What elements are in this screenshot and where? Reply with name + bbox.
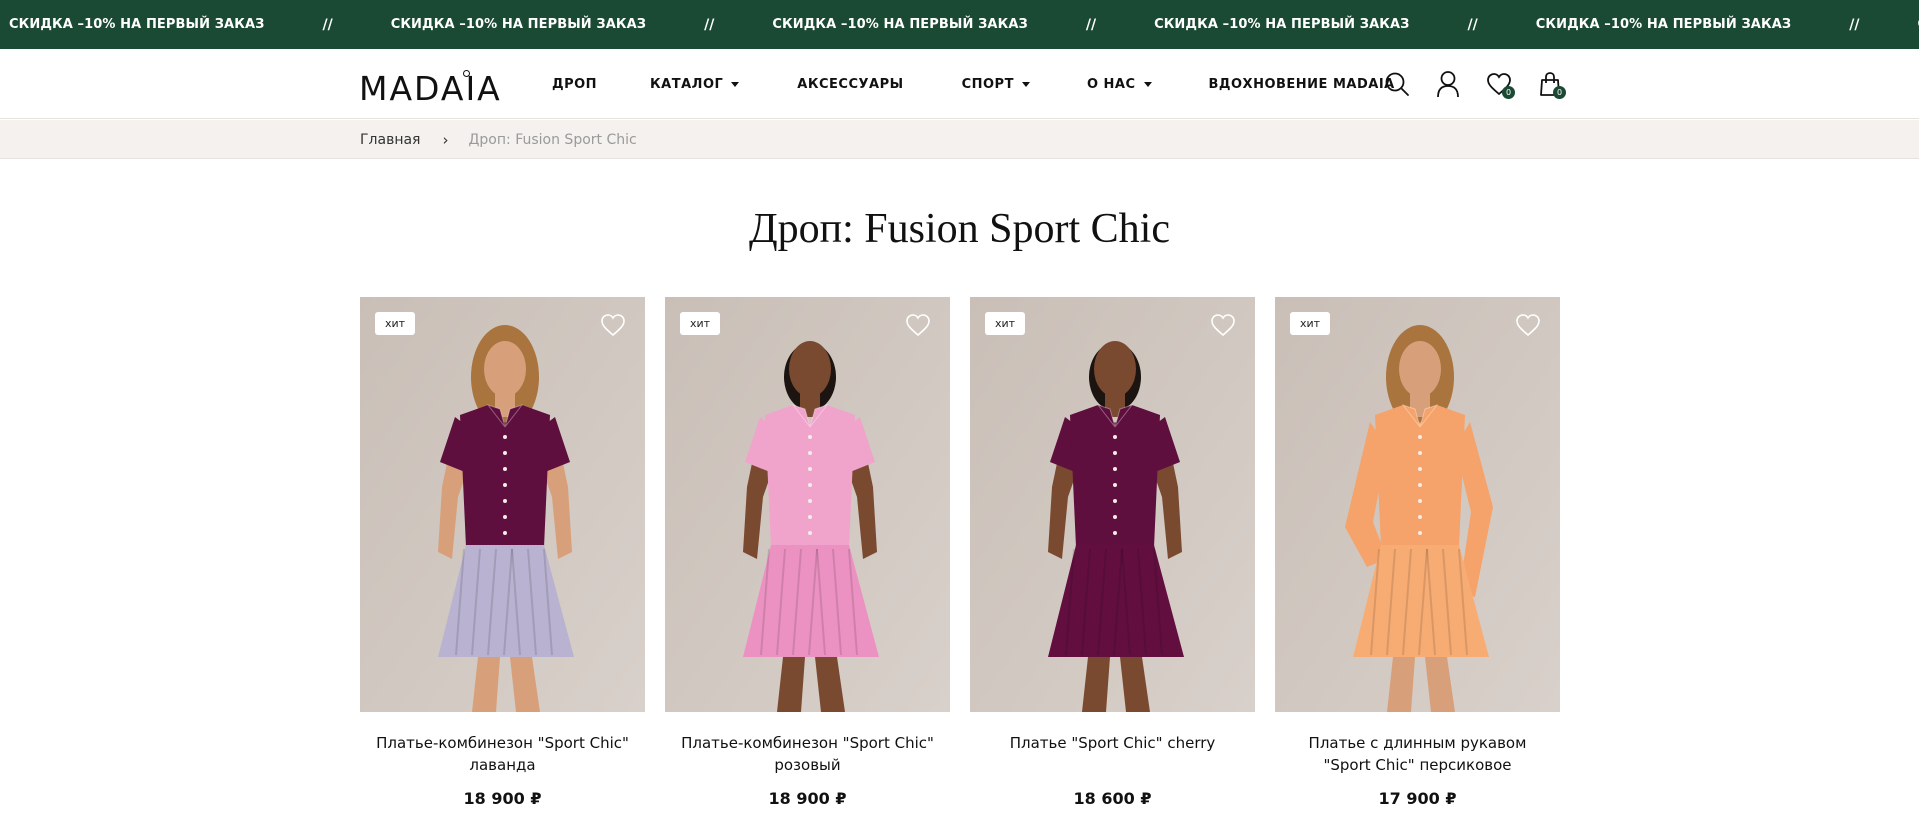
- search-button[interactable]: [1382, 69, 1412, 99]
- nav-item-3[interactable]: АКСЕССУАРЫ: [797, 77, 903, 92]
- cart-count-badge: 0: [1553, 86, 1566, 99]
- product-photo[interactable]: хит: [665, 297, 950, 712]
- product-card[interactable]: хит Платье-комбинезон "Sport Chic" розов…: [665, 297, 950, 808]
- heart-icon: [601, 314, 625, 337]
- wishlist-count-badge: 0: [1502, 86, 1515, 99]
- user-icon: [1437, 71, 1459, 98]
- add-to-wishlist-button[interactable]: [904, 312, 932, 338]
- nav-item-label: КАТАЛОГ: [650, 76, 724, 92]
- wishlist-button[interactable]: 0: [1484, 69, 1515, 99]
- promo-separator: //: [1085, 16, 1097, 33]
- promo-separator: //: [1467, 16, 1478, 33]
- promo-text: СКИДКА –10% НА ПЕРВЫЙ ЗАКАЗ: [9, 17, 265, 32]
- hit-badge: хит: [985, 312, 1026, 335]
- nav-item-5[interactable]: О НАС: [1087, 77, 1152, 92]
- promo-ticker: СКИДКА –10% НА ПЕРВЫЙ ЗАКАЗ // СКИДКА –10%…: [0, 0, 1919, 49]
- breadcrumb-current: Дроп: Fusion Sport Chic: [468, 131, 637, 148]
- breadcrumb: Главная › Дроп: Fusion Sport Chic: [360, 120, 637, 159]
- heart-icon: [1516, 314, 1540, 337]
- product-image: [1275, 297, 1560, 712]
- breadcrumb-home-link[interactable]: Главная: [360, 132, 420, 148]
- product-price: 17 900 ₽: [1378, 789, 1457, 808]
- add-to-wishlist-button[interactable]: [1209, 312, 1237, 338]
- promo-separator: //: [1849, 16, 1860, 33]
- product-card[interactable]: хит Платье-комбинезон "Sport Chic" лаван…: [360, 297, 645, 808]
- product-grid: хит Платье-комбинезон "Sport Chic" лаван…: [360, 297, 1560, 808]
- product-photo[interactable]: хит: [360, 297, 645, 712]
- nav-item-label: ВДОХНОВЕНИЕ MADAIA: [1208, 76, 1395, 92]
- product-image: [360, 297, 645, 712]
- hit-badge: хит: [1290, 312, 1331, 335]
- nav-item-label: АКСЕССУАРЫ: [797, 76, 904, 92]
- caret-down-icon: [1143, 81, 1152, 87]
- logo-dot-mark: [463, 70, 470, 77]
- promo-ticker-track: СКИДКА –10% НА ПЕРВЫЙ ЗАКАЗ // СКИДКА –10%…: [9, 0, 1919, 49]
- site-header: MADAIA ДРОП КАТАЛОГ АКСЕССУАРЫ СПОРТ О НАС ВД…: [0, 49, 1919, 119]
- search-icon: [1385, 72, 1409, 96]
- product-name[interactable]: Платье с длинным рукавом "Sport Chic" пе…: [1275, 732, 1560, 776]
- product-image: [665, 297, 950, 712]
- caret-down-icon: [1021, 81, 1030, 87]
- promo-separator: //: [704, 16, 715, 33]
- promo-separator: //: [322, 16, 333, 33]
- product-image: [970, 297, 1255, 712]
- product-name[interactable]: Платье-комбинезон "Sport Chic" лаванда: [360, 732, 645, 776]
- promo-text: СКИДКА –10% НА ПЕРВЫЙ ЗАКАЗ: [772, 17, 1028, 32]
- page-title: Дроп: Fusion Sport Chic: [748, 206, 1170, 252]
- hit-badge: хит: [375, 312, 416, 335]
- breadcrumb-bar: Главная › Дроп: Fusion Sport Chic: [0, 120, 1919, 159]
- nav-item-label: СПОРТ: [961, 76, 1014, 92]
- product-card[interactable]: хит Платье "Sport Chic" cherry 18 600 ₽: [970, 297, 1255, 808]
- main-nav: ДРОП КАТАЛОГ АКСЕССУАРЫ СПОРТ О НАС ВДОХНОВЕН…: [552, 49, 1395, 119]
- account-button[interactable]: [1433, 69, 1463, 99]
- chevron-right-icon: ›: [442, 130, 449, 149]
- logo[interactable]: MADAIA: [359, 67, 502, 105]
- promo-text: СКИДКА –10% НА ПЕРВЫЙ ЗАКАЗ: [1535, 17, 1792, 32]
- heart-icon: [1211, 314, 1235, 337]
- cart-button[interactable]: 0: [1535, 69, 1566, 99]
- nav-item-4[interactable]: СПОРТ: [962, 77, 1030, 92]
- product-photo[interactable]: хит: [1275, 297, 1560, 712]
- header-icons: 0 0: [1382, 49, 1586, 119]
- add-to-wishlist-button[interactable]: [599, 312, 627, 338]
- heart-icon: [906, 314, 930, 337]
- product-photo[interactable]: хит: [970, 297, 1255, 712]
- product-price: 18 900 ₽: [768, 789, 847, 808]
- caret-down-icon: [731, 81, 740, 87]
- product-price: 18 900 ₽: [463, 789, 542, 808]
- product-price: 18 600 ₽: [1073, 789, 1152, 808]
- promo-text: СКИДКА –10% НА ПЕРВЫЙ ЗАКАЗ: [1154, 17, 1410, 32]
- nav-item-label: О НАС: [1086, 76, 1136, 92]
- nav-item-label: ДРОП: [552, 76, 598, 92]
- promo-text: СКИДКА –10% НА ПЕРВЫЙ ЗАКАЗ: [390, 17, 647, 32]
- nav-item-6[interactable]: ВДОХНОВЕНИЕ MADAIA: [1209, 77, 1395, 92]
- product-name[interactable]: Платье "Sport Chic" cherry: [970, 732, 1255, 776]
- logo-text: MADAIA: [359, 69, 502, 108]
- nav-item-2[interactable]: КАТАЛОГ: [650, 76, 740, 92]
- product-card[interactable]: хит Платье с длинным рукавом "Sport Chic…: [1275, 297, 1560, 808]
- nav-item-1[interactable]: ДРОП: [552, 77, 597, 92]
- product-name[interactable]: Платье-комбинезон "Sport Chic" розовый: [665, 732, 950, 776]
- hit-badge: хит: [680, 312, 721, 335]
- add-to-wishlist-button[interactable]: [1514, 312, 1542, 338]
